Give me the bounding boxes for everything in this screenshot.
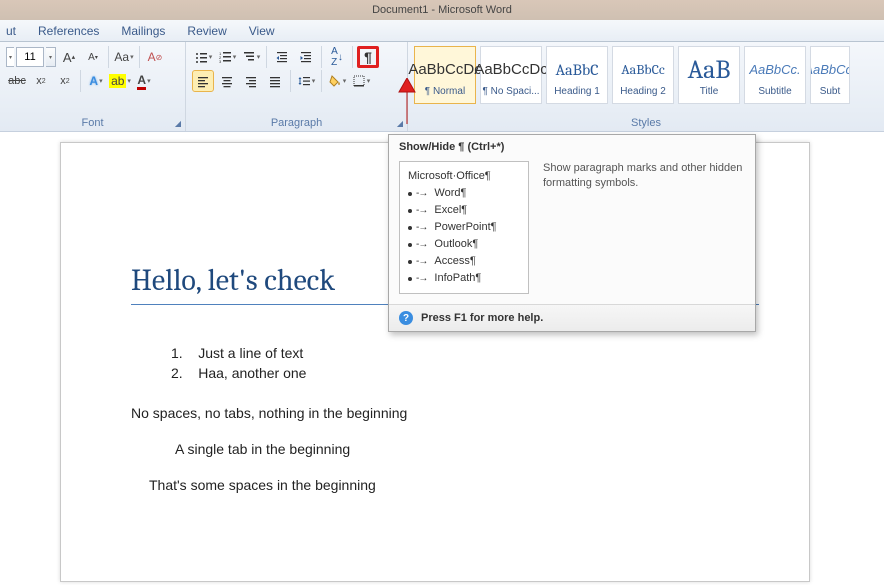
preview-line: -→ Word¶ (408, 185, 520, 202)
style-title[interactable]: AaB Title (678, 46, 740, 104)
style-heading2[interactable]: AaBbCc Heading 2 (612, 46, 674, 104)
highlight-button[interactable]: ab▾ (109, 70, 131, 92)
align-left-button[interactable] (192, 70, 214, 92)
list-item: 1. Just a line of text (171, 345, 759, 361)
show-hide-tooltip: Show/Hide ¶ (Ctrl+*) Microsoft·Office¶ -… (388, 134, 756, 332)
list-item: 2. Haa, another one (171, 365, 759, 381)
shrink-font-button[interactable]: A▾ (82, 46, 104, 68)
doc-paragraph: That's some spaces in the beginning (149, 477, 759, 493)
styles-group-label: Styles (408, 117, 884, 129)
superscript-button[interactable]: x2 (54, 70, 76, 92)
font-group-label: Font (0, 117, 185, 129)
bullets-button[interactable]: ▾ (192, 46, 214, 68)
doc-paragraph: No spaces, no tabs, nothing in the begin… (131, 405, 759, 421)
group-font: ▾ 11 ▾ A▴ A▾ Aa▾ A⊘ abc x2 x2 A▾ ab▾ A▾ … (0, 42, 186, 131)
style-heading1[interactable]: AaBbC Heading 1 (546, 46, 608, 104)
borders-button[interactable]: ▾ (350, 70, 372, 92)
ribbon: ▾ 11 ▾ A▴ A▾ Aa▾ A⊘ abc x2 x2 A▾ ab▾ A▾ … (0, 42, 884, 132)
subscript-button[interactable]: x2 (30, 70, 52, 92)
tab-layout-partial[interactable]: ut (6, 24, 16, 38)
ribbon-tabs: ut References Mailings Review View (0, 20, 884, 42)
group-paragraph: ▾ 123▾ ▾ AZ↓ ¶ ▾ ▾ ▾ (186, 42, 408, 131)
show-hide-button[interactable]: ¶ (357, 46, 379, 68)
line-spacing-button[interactable]: ▾ (295, 70, 317, 92)
change-case-button[interactable]: Aa▾ (113, 46, 135, 68)
window-title: Document1 - Microsoft Word (372, 4, 512, 16)
align-right-button[interactable] (240, 70, 262, 92)
strikethrough-button[interactable]: abc (6, 70, 28, 92)
align-center-button[interactable] (216, 70, 238, 92)
font-size-arrow[interactable]: ▾ (46, 47, 56, 67)
clear-formatting-button[interactable]: A⊘ (144, 46, 166, 68)
tooltip-title: Show/Hide ¶ (Ctrl+*) (389, 135, 755, 157)
tooltip-footer: ? Press F1 for more help. (389, 304, 755, 331)
preview-line: -→ Access¶ (408, 253, 520, 270)
justify-button[interactable] (264, 70, 286, 92)
tab-view[interactable]: View (249, 24, 275, 38)
font-name-arrow[interactable]: ▾ (6, 47, 14, 67)
svg-text:3: 3 (219, 59, 222, 64)
multilevel-button[interactable]: ▾ (240, 46, 262, 68)
titlebar: Document1 - Microsoft Word (0, 0, 884, 20)
preview-line: -→ PowerPoint¶ (408, 219, 520, 236)
preview-line: -→ Excel¶ (408, 202, 520, 219)
increase-indent-button[interactable] (295, 46, 317, 68)
help-icon: ? (399, 311, 413, 325)
preview-line: -→ Outlook¶ (408, 236, 520, 253)
annotation-arrow-icon (393, 78, 421, 126)
preview-header: Microsoft·Office¶ (408, 168, 520, 185)
tab-references[interactable]: References (38, 24, 99, 38)
font-size-input[interactable]: 11 (16, 47, 44, 67)
preview-line: -→ InfoPath¶ (408, 270, 520, 287)
style-subtitle[interactable]: AaBbCc. Subtitle (744, 46, 806, 104)
grow-font-button[interactable]: A▴ (58, 46, 80, 68)
font-dialog-launcher-icon[interactable]: ◢ (175, 119, 181, 128)
tooltip-preview: Microsoft·Office¶ -→ Word¶ -→ Excel¶ -→ … (399, 161, 529, 294)
shading-button[interactable]: ▾ (326, 70, 348, 92)
tab-mailings[interactable]: Mailings (121, 24, 165, 38)
text-effects-button[interactable]: A▾ (85, 70, 107, 92)
numbering-button[interactable]: 123▾ (216, 46, 238, 68)
sort-button[interactable]: AZ↓ (326, 46, 348, 68)
tab-review[interactable]: Review (187, 24, 226, 38)
paragraph-group-label: Paragraph (186, 117, 407, 129)
style-normal[interactable]: AaBbCcDc ¶ Normal (414, 46, 476, 104)
decrease-indent-button[interactable] (271, 46, 293, 68)
style-no-spacing[interactable]: AaBbCcDc ¶ No Spaci... (480, 46, 542, 104)
doc-body: 1. Just a line of text 2. Haa, another o… (131, 345, 759, 493)
font-color-button[interactable]: A▾ (133, 70, 155, 92)
group-styles: AaBbCcDc ¶ Normal AaBbCcDc ¶ No Spaci...… (408, 42, 884, 131)
style-subtle-emph[interactable]: AaBbCc. Subt (810, 46, 850, 104)
doc-paragraph: A single tab in the beginning (175, 441, 759, 457)
tooltip-description: Show paragraph marks and other hidden fo… (543, 161, 745, 294)
